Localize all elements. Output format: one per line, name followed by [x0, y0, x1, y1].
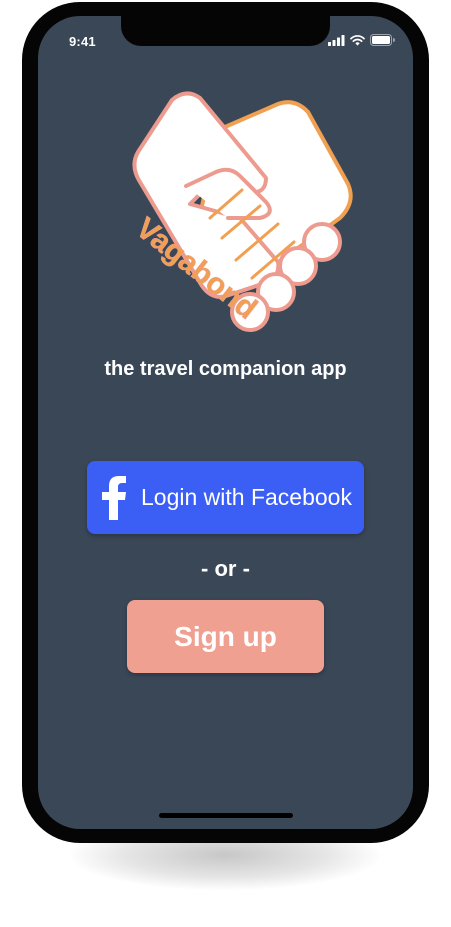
vagabond-logo: Vagabond	[129, 91, 353, 332]
or-separator: - or -	[201, 556, 250, 581]
facebook-button-label: Login with Facebook	[141, 484, 352, 510]
facebook-icon	[91, 461, 137, 534]
login-with-facebook-button[interactable]: Login with Facebook	[87, 461, 364, 534]
app-tagline: the travel companion app	[104, 358, 347, 380]
wifi-icon	[350, 34, 365, 46]
status-time: 9:41	[69, 34, 96, 49]
home-indicator[interactable]	[159, 813, 293, 818]
battery-icon	[370, 34, 395, 46]
app-screen: 9:41 Vagabond the travel companion app L…	[38, 16, 413, 829]
stage: 9:41 Vagabond the travel companion app L…	[0, 0, 451, 927]
device-notch	[121, 16, 330, 46]
signal-icon	[328, 34, 345, 46]
sign-up-button[interactable]: Sign up	[127, 600, 324, 673]
status-icons	[328, 33, 395, 47]
phone-frame: 9:41 Vagabond the travel companion app L…	[22, 2, 429, 843]
